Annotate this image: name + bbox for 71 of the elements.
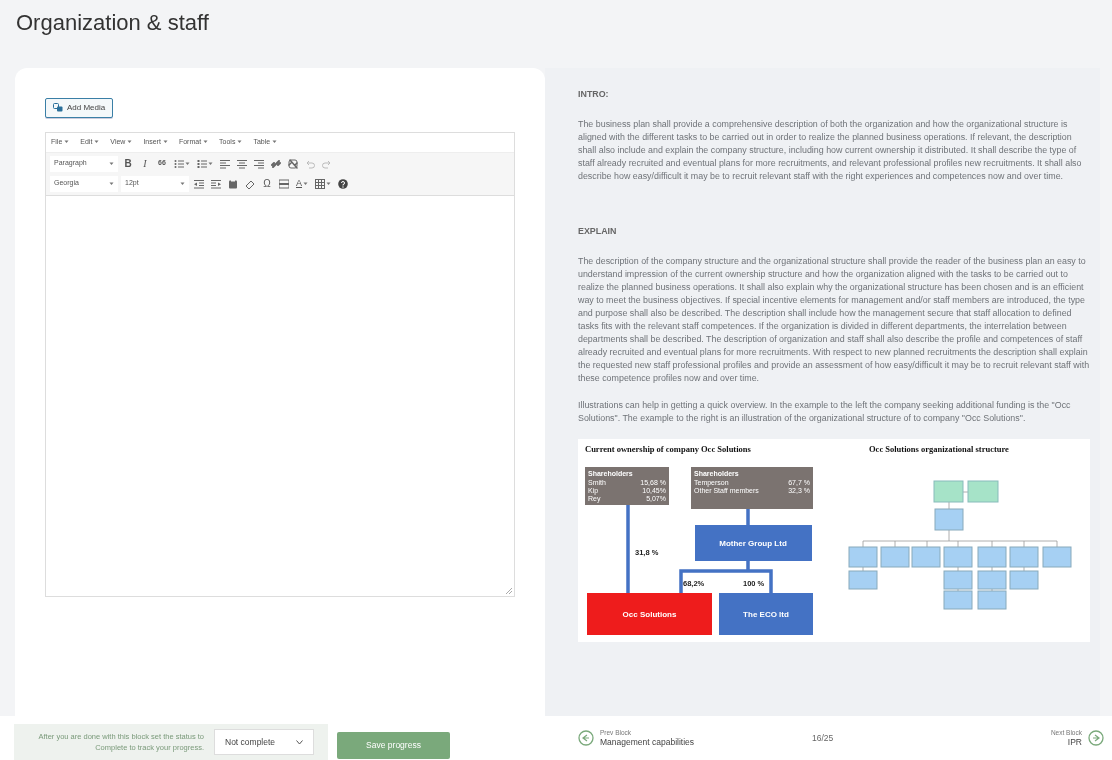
bold-button[interactable]: B (121, 155, 135, 172)
org-chart-box (943, 590, 973, 610)
org-chart-box (1042, 546, 1072, 568)
page-title: Organization & staff (15, 9, 210, 37)
diagram-title: Current ownership of company Occ Solutions (585, 444, 751, 454)
caret-icon (94, 140, 100, 145)
org-chart-box (967, 480, 999, 503)
company-name: Occ Solutions (622, 610, 677, 619)
connector-line (962, 491, 969, 493)
caret-icon (208, 161, 213, 166)
caret-icon (162, 140, 168, 145)
org-chart-box (977, 590, 1007, 610)
caret-icon (203, 140, 209, 145)
text-color-button[interactable]: A (294, 175, 310, 192)
org-chart-box (1009, 570, 1039, 590)
next-block-link[interactable]: IPR (1050, 736, 1082, 748)
org-chart-box (977, 570, 1007, 590)
align-left-icon[interactable] (220, 158, 230, 169)
caret-icon (303, 181, 308, 186)
caret-icon (237, 140, 243, 145)
outdent-icon[interactable] (194, 178, 204, 189)
caret-icon (127, 140, 133, 145)
add-media-button[interactable]: Add Media (45, 97, 114, 118)
section-heading: INTRO: (578, 88, 610, 101)
caret-icon (326, 181, 331, 186)
caret-icon (272, 140, 278, 145)
org-chart-box (933, 480, 964, 503)
prev-block-link[interactable]: Management capabilities (600, 736, 695, 748)
help-icon[interactable] (338, 178, 348, 189)
org-chart-box (880, 546, 910, 568)
connector-line (746, 509, 750, 525)
table-icon[interactable] (315, 178, 325, 189)
chevron-down-icon (296, 739, 303, 745)
align-right-icon[interactable] (254, 158, 264, 169)
link-icon[interactable] (271, 158, 281, 169)
section-heading: EXPLAIN (578, 225, 618, 238)
caret-icon (109, 181, 114, 186)
org-chart-box (943, 570, 973, 590)
special-character-button[interactable]: Ω (260, 175, 274, 192)
org-chart-box (848, 546, 878, 568)
caret-icon (185, 161, 190, 166)
org-chart-box (943, 546, 973, 568)
media-icon (53, 103, 63, 112)
italic-button[interactable]: I (138, 155, 152, 172)
caret-icon (180, 181, 185, 186)
caret-icon (64, 140, 70, 145)
unlink-icon[interactable] (288, 158, 298, 169)
company-name: The ECO ltd (743, 610, 789, 619)
org-chart-box (934, 508, 964, 531)
status-select[interactable]: Not complete (214, 729, 314, 755)
align-center-icon[interactable] (237, 158, 247, 169)
paragraph: The description of the company structure and the organizational structure shall provide the reader of the business plan an easy to understand impression of the current ownership structure and how the organization aligned with the tasks to be carried out to realize the planned business operations. It shall also explain why the organizational structure has been chosen and is an efficient way to meet the business objectives. If special incentive elements for management and/or staff members are introduced, the type and purpose shall also be described. The description shall include how the management secure that staff allocation to defined tasks fits with the relevant staff competences. If the organization is divided in different departments, the interrelation between departments shall be described. The description of organization and staff shall also describe the profile and competences of staff already recruited and eventual plans for more recruitments. With respect to new planned recruitments the description shall explain the requested new staff professional profiles and provide an assessment of how easy/difficult it may be to recruit relevant staff with these competence profiles now and over time. (578, 255, 1090, 385)
diagram-title: Occ Solutions organizational structure (869, 444, 1009, 454)
company-name: Mother Group Ltd (719, 539, 787, 548)
indent-icon[interactable] (211, 178, 221, 189)
select-value: Not complete (225, 735, 276, 749)
numbered-list-icon[interactable] (197, 158, 207, 169)
eraser-icon[interactable] (245, 178, 255, 189)
block-counter: 16/25 (812, 731, 834, 745)
clipboard-icon[interactable] (228, 178, 238, 189)
org-chart-box (911, 546, 941, 568)
paragraph: The business plan shall provide a comprehensive description of both the organization and how the organizational structure is aligned with the different tasks to be carried out in order to realize the planned business operations. If relevant, the description shall also include and explain the company structure, including how current ownership it distributed. It shall describe the type of staff already recruited and eventual plans for more recruitments, and relevant professional profiles new recruitments. It shall also describe how easy/difficult it may be to recruit relevant staff with the right experiences and competences now and over time. (578, 118, 1083, 183)
paragraph: Illustrations can help in getting a quick overview. In the example to the left the company seeking additional funding is the "Occ Solutions". The example to the right is an illustration of the organizational structure of to company "Occ Solutions". (578, 399, 1072, 425)
horizontal-rule-icon[interactable] (279, 178, 289, 189)
connector-line (948, 501, 950, 510)
caret-icon (109, 161, 114, 166)
org-chart-box (848, 570, 878, 590)
resize-handle-icon[interactable] (506, 588, 512, 594)
bulleted-list-icon[interactable] (174, 158, 184, 169)
org-chart-box (1009, 546, 1039, 568)
org-chart-box (977, 546, 1007, 568)
